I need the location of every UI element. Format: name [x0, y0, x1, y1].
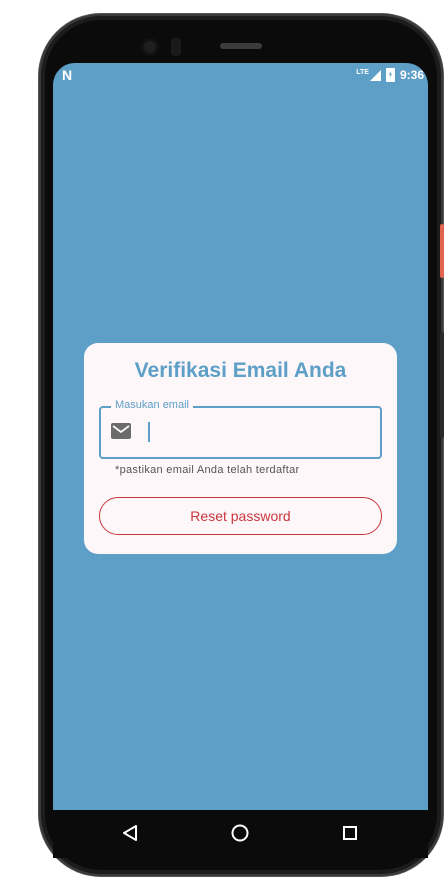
email-field-label: Masukan email [111, 399, 193, 411]
status-time: 9:36 [399, 68, 424, 82]
home-circle-icon[interactable] [231, 824, 249, 842]
notification-icon: N [62, 67, 73, 83]
status-indicators: LTE 9:36 [356, 68, 424, 82]
reset-password-button[interactable]: Reset password [99, 497, 382, 535]
status-bar: N LTE 9:36 [53, 63, 428, 87]
signal-icon [369, 69, 381, 81]
recents-square-icon[interactable] [343, 826, 357, 840]
text-cursor [148, 422, 150, 442]
battery-charging-icon [385, 68, 395, 82]
email-input[interactable] [151, 418, 375, 448]
lte-icon: LTE [356, 68, 369, 76]
app-screen: N LTE 9:36 Verifikasi Email Anda Masukan… [53, 63, 428, 810]
volume-button [440, 332, 444, 438]
verification-card: Verifikasi Email Anda Masukan email *pas… [84, 343, 397, 554]
helper-text: *pastikan email Anda telah terdaftar [115, 464, 300, 476]
navigation-bar [53, 810, 428, 858]
earpiece-speaker [220, 43, 262, 49]
power-button [440, 224, 444, 278]
card-title: Verifikasi Email Anda [134, 359, 347, 382]
mail-icon [111, 423, 131, 439]
front-camera [141, 38, 159, 56]
email-field[interactable]: Masukan email [99, 399, 382, 459]
back-triangle-icon[interactable] [121, 824, 139, 842]
sensor [171, 38, 181, 56]
